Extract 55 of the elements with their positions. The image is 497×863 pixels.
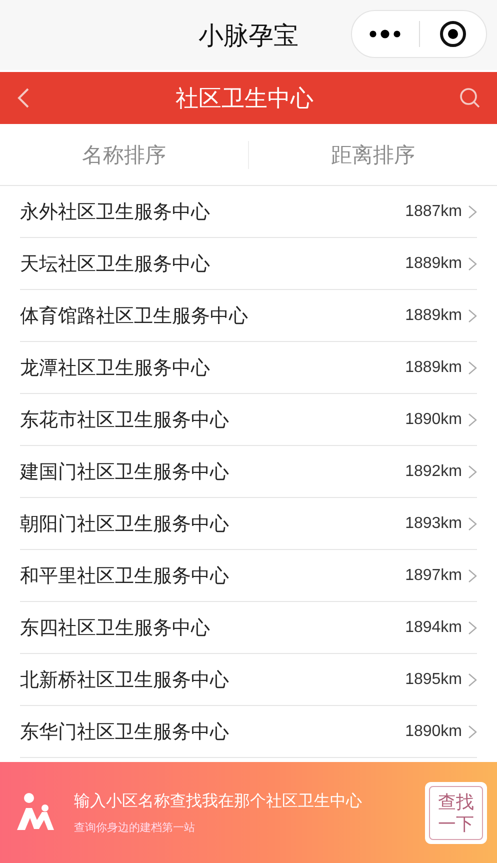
center-list-item[interactable]: 建国门社区卫生服务中心 1892km — [20, 446, 477, 498]
distance-label: 1889km — [405, 306, 462, 324]
center-name: 东花市社区卫生服务中心 — [20, 408, 230, 432]
distance-label: 1889km — [405, 358, 462, 376]
center-name: 永外社区卫生服务中心 — [20, 200, 211, 224]
chevron-icon — [468, 568, 477, 582]
more-icon — [369, 29, 402, 39]
chevron-icon — [468, 360, 477, 374]
distance-label: 1892km — [405, 462, 462, 480]
center-list-item[interactable]: 东华门社区卫生服务中心 1890km — [20, 706, 477, 758]
center-list-item[interactable]: 东四社区卫生服务中心 1894km — [20, 602, 477, 654]
center-name: 体育馆路社区卫生服务中心 — [20, 304, 249, 328]
search-icon — [459, 87, 481, 109]
center-name: 和平里社区卫生服务中心 — [20, 564, 230, 588]
center-name: 天坛社区卫生服务中心 — [20, 252, 211, 276]
center-name: 北新桥社区卫生服务中心 — [20, 668, 230, 692]
back-icon — [16, 87, 30, 109]
distance-label: 1890km — [405, 410, 462, 428]
distance-label: 1887km — [405, 202, 462, 220]
chevron-icon — [468, 516, 477, 530]
banner-headline: 输入小区名称查找我在那个社区卫生中心 — [74, 790, 363, 812]
distance-label: 1889km — [405, 254, 462, 272]
chevron-icon — [468, 464, 477, 478]
center-name: 龙潭社区卫生服务中心 — [20, 356, 211, 380]
app-title: 小脉孕宝 — [198, 20, 298, 52]
distance-label: 1897km — [405, 566, 462, 584]
page-title: 社区卫生中心 — [176, 84, 314, 114]
center-list-item[interactable]: 天坛社区卫生服务中心 1889km — [20, 238, 477, 290]
search-button[interactable] — [459, 87, 481, 109]
distance-label: 1895km — [405, 670, 462, 688]
back-button[interactable] — [16, 87, 30, 109]
center-name: 建国门社区卫生服务中心 — [20, 460, 230, 484]
distance-label: 1893km — [405, 514, 462, 532]
chevron-icon — [468, 724, 477, 738]
center-list-item[interactable]: 和平里社区卫生服务中心 1897km — [20, 550, 477, 602]
close-icon — [438, 20, 467, 48]
chevron-icon — [468, 308, 477, 322]
chevron-icon — [468, 620, 477, 634]
center-list-item[interactable]: 体育馆路社区卫生服务中心 1889km — [20, 290, 477, 342]
center-list-item[interactable]: 北新桥社区卫生服务中心 1895km — [20, 654, 477, 706]
chevron-icon — [468, 256, 477, 270]
banner-subtitle: 查询你身边的建档第一站 — [74, 820, 196, 834]
chevron-icon — [468, 204, 477, 218]
center-name: 东四社区卫生服务中心 — [20, 616, 211, 640]
center-name: 朝阳门社区卫生服务中心 — [20, 512, 230, 536]
center-list-item[interactable]: 东花市社区卫生服务中心 1890km — [20, 394, 477, 446]
search-now-button[interactable]: 查找一下 — [425, 782, 487, 844]
center-list-item[interactable]: 永外社区卫生服务中心 1887km — [20, 186, 477, 238]
chevron-icon — [468, 412, 477, 426]
chevron-icon — [468, 672, 477, 686]
center-list-item[interactable]: 龙潭社区卫生服务中心 1889km — [20, 342, 477, 394]
center-list-item[interactable]: 朝阳门社区卫生服务中心 1893km — [20, 498, 477, 550]
distance-label: 1894km — [405, 618, 462, 636]
distance-label: 1890km — [405, 722, 462, 740]
center-name: 东华门社区卫生服务中心 — [20, 720, 230, 744]
